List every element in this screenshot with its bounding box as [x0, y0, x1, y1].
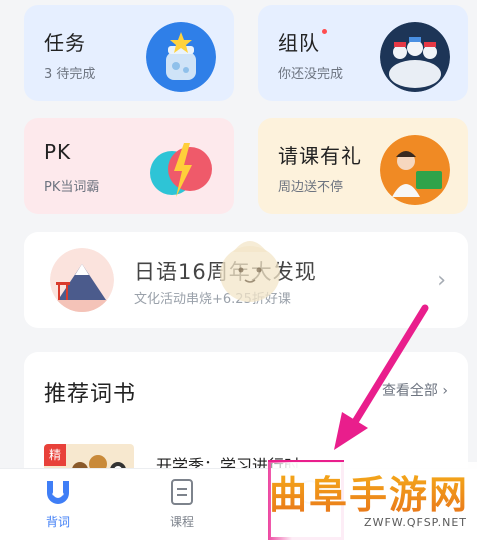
tab-course-label: 课程 — [169, 515, 194, 529]
notification-dot — [322, 29, 327, 34]
tab-vocab[interactable]: 背词 — [18, 477, 98, 537]
task-subtitle: 3 待完成 — [44, 67, 96, 82]
watermark-text: 曲阜手游网 — [269, 464, 469, 519]
site-watermark: 曲阜手游网 ZWFW.QFSP.NET — [262, 462, 477, 540]
mount-fuji-icon — [50, 248, 114, 312]
team-card[interactable]: 组队 你还没完成 — [258, 5, 468, 101]
team-subtitle: 你还没完成 — [278, 67, 344, 82]
pk-title: PK — [44, 140, 72, 164]
tab-vocab-label: 背词 — [45, 515, 70, 529]
vocab-tab-icon — [47, 481, 69, 504]
watermark-url: ZWFW.QFSP.NET — [364, 516, 467, 529]
chevron-right-icon: › — [442, 383, 448, 399]
gift-subtitle: 周边送不停 — [278, 180, 344, 195]
course-tab-icon — [171, 479, 193, 505]
gift-person-icon — [380, 135, 450, 205]
team-title: 组队 — [278, 27, 327, 56]
chevron-right-icon: › — [437, 268, 446, 293]
tab-course[interactable]: 课程 — [142, 477, 222, 537]
gift-title: 请课有礼 — [278, 144, 362, 168]
pk-card[interactable]: PK PK当词霸 — [24, 118, 234, 214]
task-jar-icon — [146, 22, 216, 92]
task-title: 任务 — [44, 31, 86, 55]
mascot-icon — [220, 241, 280, 302]
pk-versus-icon — [150, 143, 212, 197]
section-title: 推荐词书 — [44, 382, 137, 407]
team-group-icon — [380, 22, 450, 92]
task-card[interactable]: 任务 3 待完成 — [24, 5, 234, 101]
gift-card[interactable]: 请课有礼 周边送不停 — [258, 118, 468, 214]
featured-badge: 精 — [44, 444, 66, 466]
pink-arrow-icon — [334, 304, 429, 450]
pk-subtitle: PK当词霸 — [44, 180, 100, 195]
